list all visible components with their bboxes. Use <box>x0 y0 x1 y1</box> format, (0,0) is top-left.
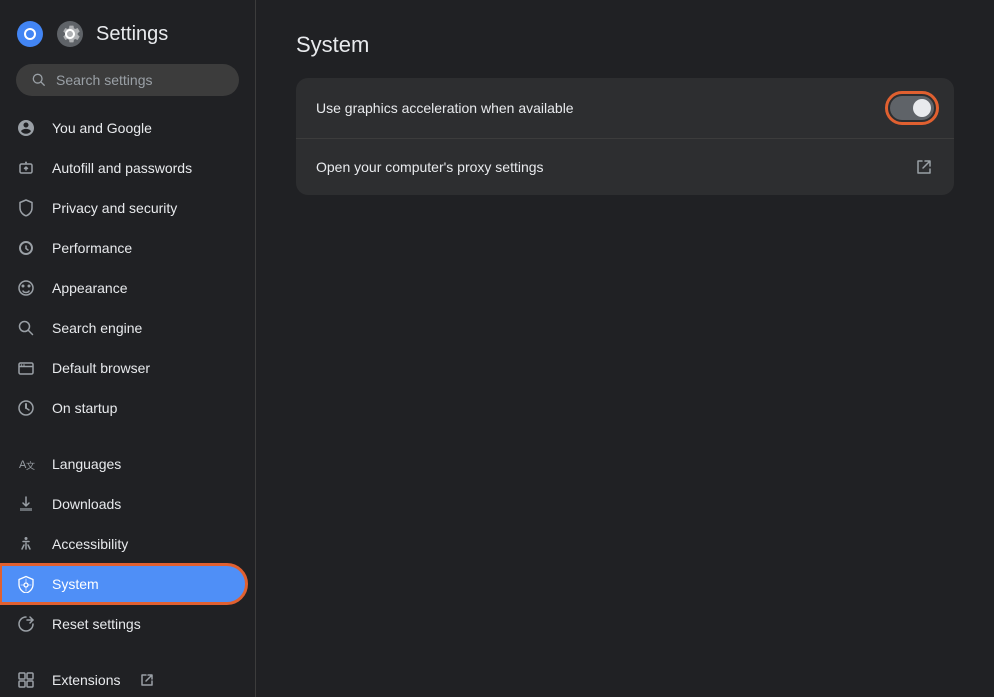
search-bar[interactable] <box>16 64 239 96</box>
graphics-acceleration-toggle[interactable] <box>890 96 934 120</box>
downloads-icon <box>16 494 36 514</box>
graphics-acceleration-row: Use graphics acceleration when available <box>296 78 954 139</box>
sidebar-label-default-browser: Default browser <box>52 360 150 376</box>
sidebar-label-languages: Languages <box>52 456 121 472</box>
privacy-icon <box>16 198 36 218</box>
chrome-logo-icon <box>16 20 44 48</box>
sidebar-item-performance[interactable]: Performance <box>0 228 247 268</box>
sidebar-label-downloads: Downloads <box>52 496 121 512</box>
proxy-settings-row[interactable]: Open your computer's proxy settings <box>296 139 954 195</box>
sidebar-item-downloads[interactable]: Downloads <box>0 484 247 524</box>
sidebar-label-reset-settings: Reset settings <box>52 616 141 632</box>
sidebar-label-performance: Performance <box>52 240 132 256</box>
extensions-icon <box>16 670 36 690</box>
app-title: Settings <box>96 23 168 46</box>
section-title: System <box>296 32 954 58</box>
sidebar-item-extensions[interactable]: Extensions <box>0 660 247 697</box>
svg-text:文: 文 <box>26 460 35 471</box>
search-container <box>0 64 255 108</box>
sidebar-label-search-engine: Search engine <box>52 320 142 336</box>
reset-settings-icon <box>16 614 36 634</box>
settings-app-icon <box>56 20 84 48</box>
sidebar-item-autofill[interactable]: Autofill and passwords <box>0 148 247 188</box>
sidebar-item-languages[interactable]: A 文 Languages <box>0 444 247 484</box>
extensions-external-icon <box>140 673 154 687</box>
autofill-icon <box>16 158 36 178</box>
search-engine-icon <box>16 318 36 338</box>
proxy-settings-label: Open your computer's proxy settings <box>316 159 544 175</box>
sidebar-header: Settings <box>0 8 255 64</box>
graphics-acceleration-label: Use graphics acceleration when available <box>316 100 574 116</box>
accessibility-icon <box>16 534 36 554</box>
sidebar-item-search-engine[interactable]: Search engine <box>0 308 247 348</box>
search-icon <box>32 72 46 88</box>
toggle-thumb <box>913 99 931 117</box>
default-browser-icon <box>16 358 36 378</box>
sidebar-item-on-startup[interactable]: On startup <box>0 388 247 428</box>
appearance-icon <box>16 278 36 298</box>
on-startup-icon <box>16 398 36 418</box>
sidebar-label-autofill: Autofill and passwords <box>52 160 192 176</box>
system-settings-card: Use graphics acceleration when available… <box>296 78 954 195</box>
sidebar-item-privacy[interactable]: Privacy and security <box>0 188 247 228</box>
sidebar-label-system: System <box>52 576 99 592</box>
sidebar-item-you-and-google[interactable]: You and Google <box>0 108 247 148</box>
sidebar-item-system[interactable]: System <box>0 564 247 604</box>
sidebar-label-on-startup: On startup <box>52 400 117 416</box>
sidebar-label-privacy: Privacy and security <box>52 200 177 216</box>
languages-icon: A 文 <box>16 454 36 474</box>
performance-icon <box>16 238 36 258</box>
sidebar-item-default-browser[interactable]: Default browser <box>0 348 247 388</box>
sidebar-item-accessibility[interactable]: Accessibility <box>0 524 247 564</box>
main-content: System Use graphics acceleration when av… <box>256 0 994 697</box>
sidebar: Settings You and Google Autofill an <box>0 0 256 697</box>
sidebar-item-appearance[interactable]: Appearance <box>0 268 247 308</box>
toggle-track[interactable] <box>890 96 934 120</box>
search-input[interactable] <box>56 72 223 88</box>
sidebar-label-you-and-google: You and Google <box>52 120 152 136</box>
sidebar-label-extensions: Extensions <box>52 672 120 688</box>
sidebar-item-reset-settings[interactable]: Reset settings <box>0 604 247 644</box>
external-link-icon <box>914 157 934 177</box>
you-google-icon <box>16 118 36 138</box>
system-icon <box>16 574 36 594</box>
sidebar-label-accessibility: Accessibility <box>52 536 128 552</box>
sidebar-label-appearance: Appearance <box>52 280 128 296</box>
